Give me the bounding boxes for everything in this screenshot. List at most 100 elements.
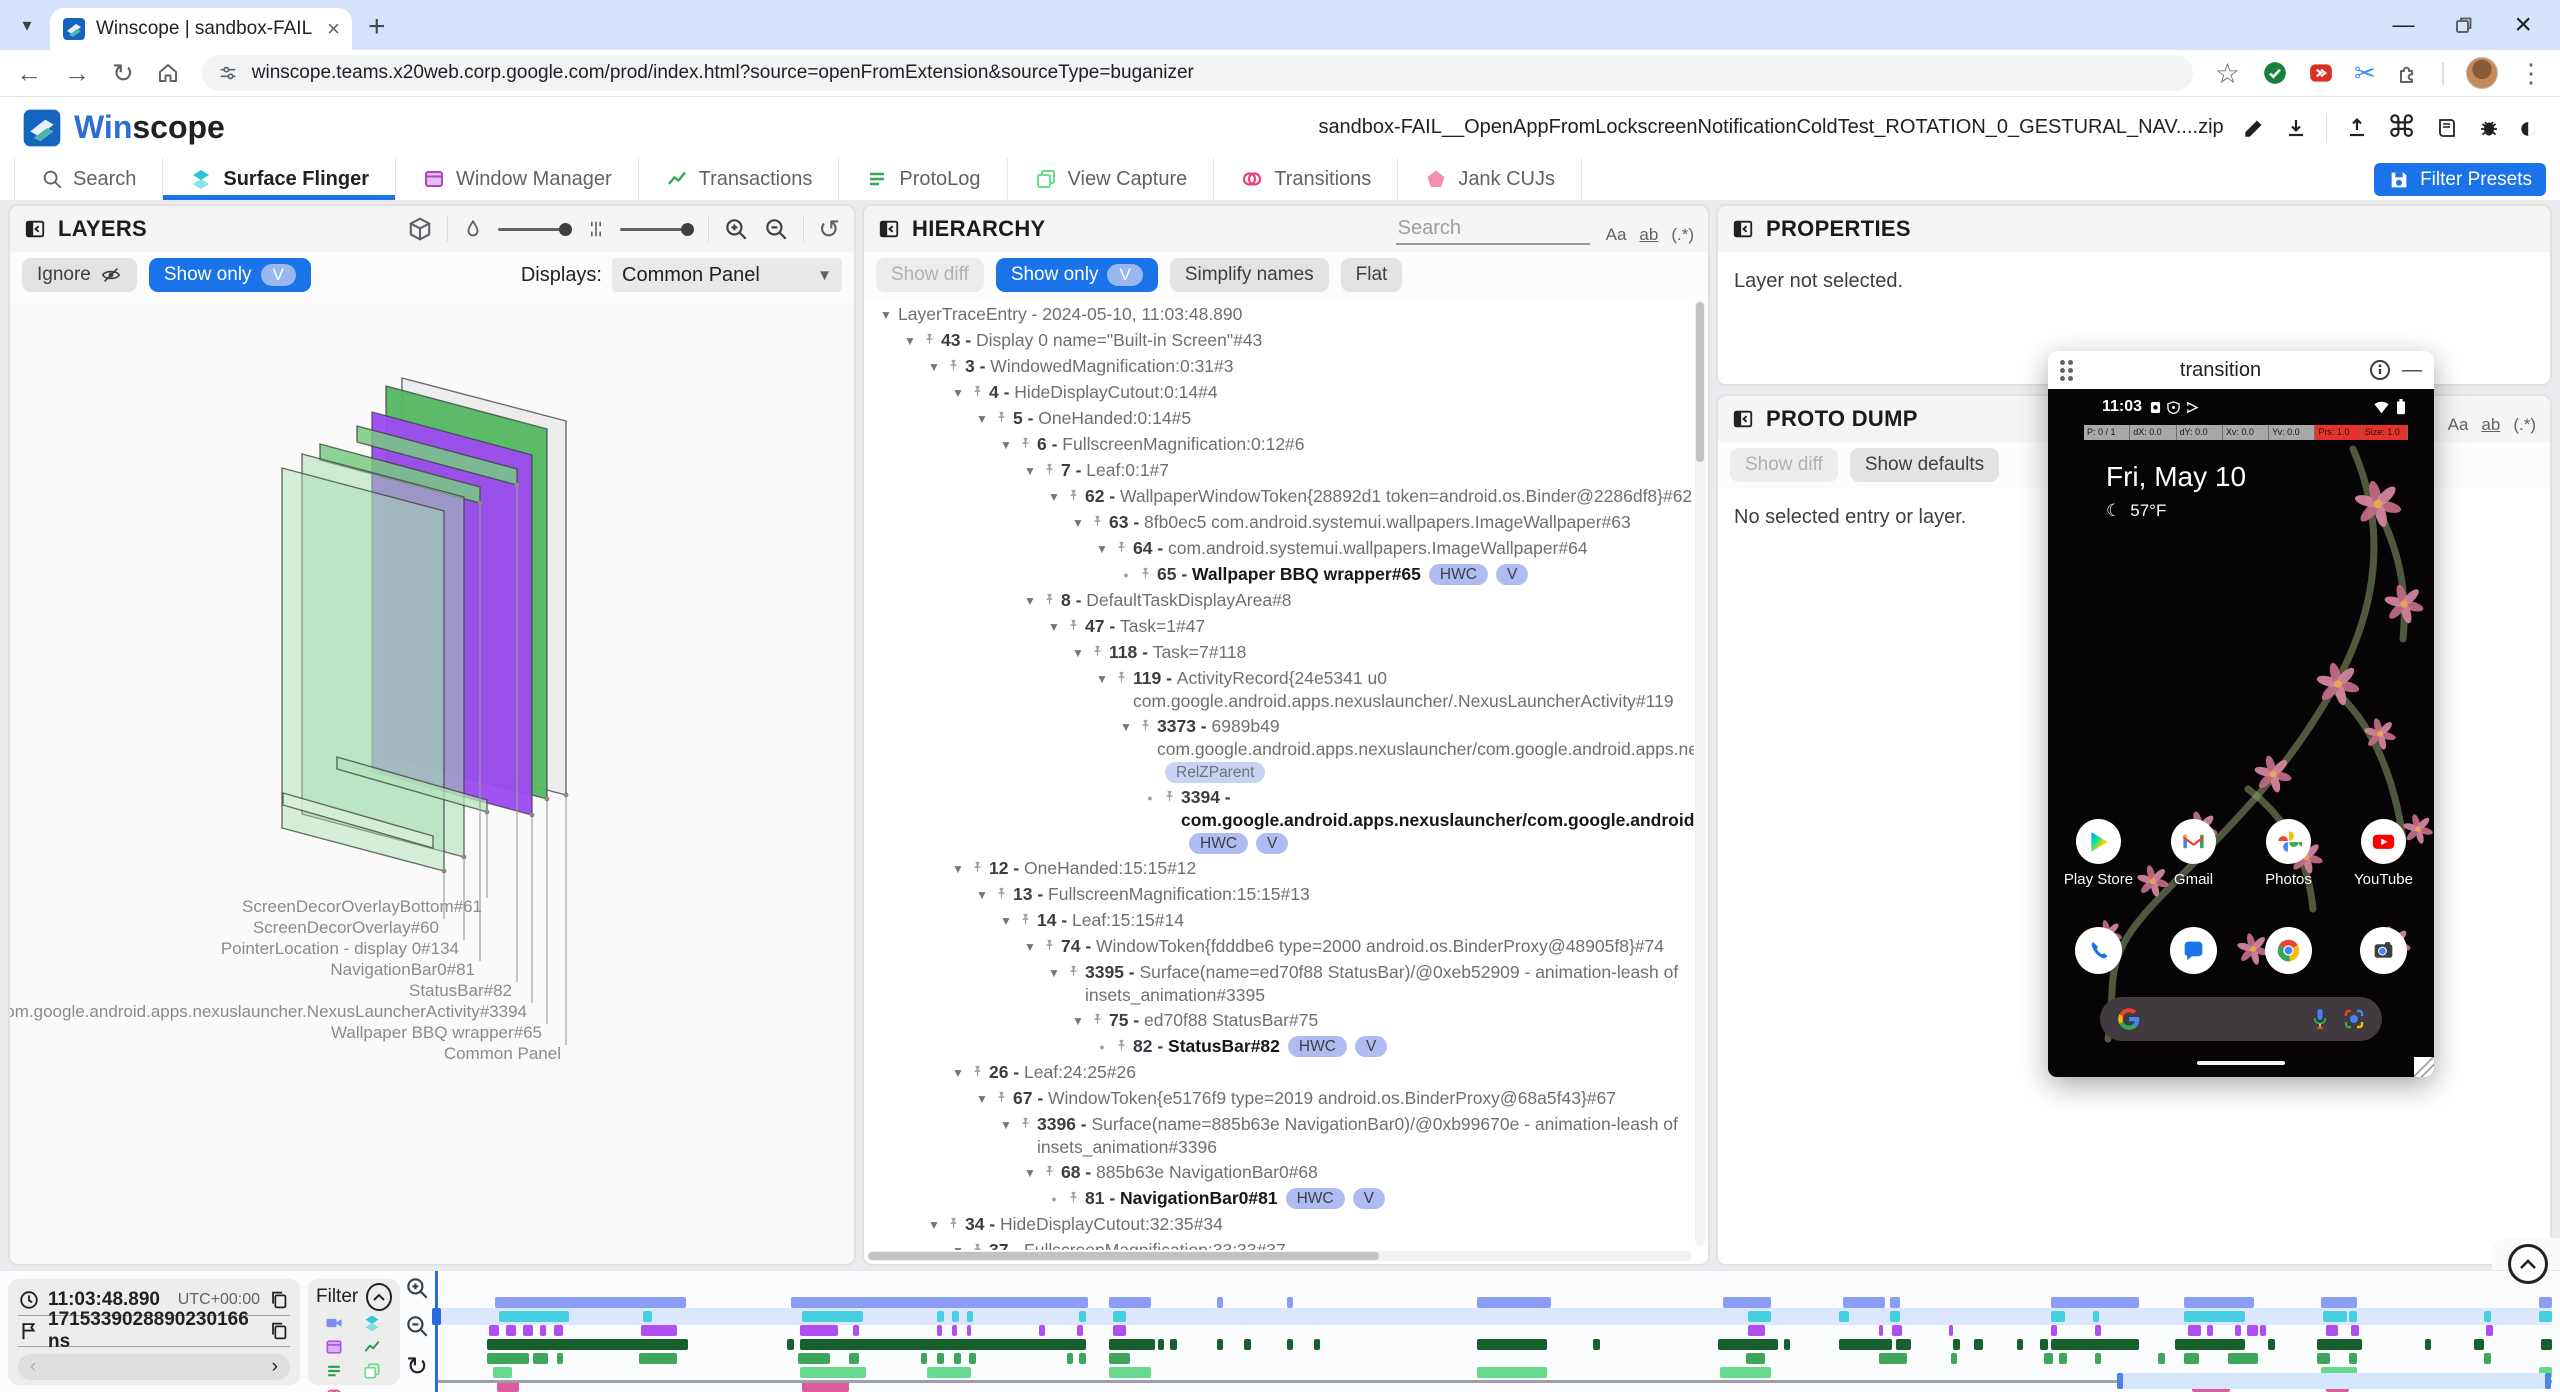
- copy-ns-icon[interactable]: [268, 1320, 290, 1342]
- messages-app-icon[interactable]: [2170, 927, 2217, 974]
- pin-icon[interactable]: [1042, 462, 1057, 477]
- tab-transitions[interactable]: Transitions: [1214, 158, 1398, 200]
- tree-node[interactable]: ▼3395 - Surface(name=ed70f88 StatusBar)/…: [868, 960, 1694, 1008]
- pin-icon[interactable]: [1018, 436, 1033, 451]
- range-handle-right[interactable]: [2545, 1373, 2551, 1389]
- download-icon[interactable]: [2284, 116, 2308, 140]
- expand-arrow-icon[interactable]: ▼: [946, 1061, 970, 1085]
- pin-icon[interactable]: [1042, 1164, 1057, 1179]
- show-diff-button[interactable]: Show diff: [876, 258, 984, 292]
- expand-arrow-icon[interactable]: ▼: [1018, 589, 1042, 613]
- pin-icon[interactable]: [922, 332, 937, 347]
- pin-icon[interactable]: [1114, 1038, 1129, 1053]
- mic-icon[interactable]: [2310, 1007, 2330, 1031]
- timeline-zoom-out-icon[interactable]: [404, 1313, 430, 1339]
- tree-node[interactable]: ▼118 - Task=7#118: [868, 640, 1694, 666]
- pin-icon[interactable]: [1114, 670, 1129, 685]
- expand-arrow-icon[interactable]: ▼: [1090, 667, 1114, 691]
- pin-icon[interactable]: [1138, 718, 1153, 733]
- camera-app-icon[interactable]: [2360, 927, 2407, 974]
- window-manager-trace-icon[interactable]: [324, 1337, 346, 1359]
- show-only-v-button[interactable]: Show only V: [996, 258, 1158, 292]
- site-settings-icon[interactable]: [218, 63, 238, 83]
- pin-icon[interactable]: [994, 1090, 1009, 1105]
- tree-node[interactable]: ▼64 - com.android.systemui.wallpapers.Im…: [868, 536, 1694, 562]
- tree-node[interactable]: ▼5 - OneHanded:0:14#5: [868, 406, 1694, 432]
- info-icon[interactable]: [2368, 358, 2392, 382]
- expand-arrow-icon[interactable]: ▼: [1042, 615, 1066, 639]
- range-handle-left[interactable]: [2117, 1373, 2123, 1389]
- edit-icon[interactable]: [2242, 116, 2266, 140]
- back-icon[interactable]: ←: [16, 58, 42, 89]
- tree-node[interactable]: ▼34 - HideDisplayCutout:32:35#34: [868, 1212, 1694, 1238]
- tree-node[interactable]: ▼26 - Leaf:24:25#26: [868, 1060, 1694, 1086]
- pin-icon[interactable]: [1138, 566, 1153, 581]
- window-minimize-icon[interactable]: —: [2392, 12, 2414, 38]
- zoom-out-icon[interactable]: [763, 216, 789, 242]
- report-bug-icon[interactable]: [2477, 116, 2501, 140]
- tree-node[interactable]: ▼8 - DefaultTaskDisplayArea#8: [868, 588, 1694, 614]
- tab-window-manager[interactable]: Window Manager: [396, 158, 639, 200]
- tree-node[interactable]: ▼47 - Task=1#47: [868, 614, 1694, 640]
- tree-node[interactable]: ▼75 - ed70f88 StatusBar#75: [868, 1008, 1694, 1034]
- expand-arrow-icon[interactable]: ▼: [922, 1213, 946, 1237]
- tab-transactions[interactable]: Transactions: [639, 158, 840, 200]
- extension-check-icon[interactable]: [2262, 60, 2288, 86]
- resize-grip[interactable]: [2414, 1057, 2434, 1077]
- expand-arrow-icon[interactable]: ▼: [922, 355, 946, 379]
- tree-node[interactable]: ▼119 - ActivityRecord{24e5341 u0 com.goo…: [868, 666, 1694, 714]
- dark-mode-icon[interactable]: ◐: [2519, 109, 2538, 146]
- protolog-track[interactable]: [436, 1353, 2552, 1364]
- view-capture-trace-icon[interactable]: [362, 1361, 384, 1383]
- prev-entry-button[interactable]: ‹: [30, 1356, 36, 1378]
- copy-time-icon[interactable]: [268, 1289, 290, 1311]
- tab-surface-flinger[interactable]: Surface Flinger: [163, 158, 396, 200]
- tree-leaf-node[interactable]: ●81 - NavigationBar0#81HWCV: [868, 1186, 1694, 1212]
- scissors-extension-icon[interactable]: ✂: [2354, 58, 2376, 89]
- home-icon[interactable]: [156, 61, 180, 85]
- tab-search-button[interactable]: ▾: [12, 10, 42, 40]
- gesture-navigation-bar[interactable]: [2197, 1061, 2285, 1065]
- pin-icon[interactable]: [1066, 488, 1081, 503]
- protolog-trace-icon[interactable]: [324, 1361, 346, 1383]
- pin-icon[interactable]: [970, 1064, 985, 1079]
- spacing-slider[interactable]: [620, 228, 694, 231]
- window-restore-icon[interactable]: [2454, 15, 2474, 35]
- surface-flinger-track[interactable]: [436, 1311, 2552, 1322]
- expand-arrow-icon[interactable]: ▼: [874, 303, 898, 327]
- expand-arrow-icon[interactable]: ▼: [1090, 537, 1114, 561]
- tab-close-icon[interactable]: ×: [327, 18, 340, 40]
- horizontal-scrollbar[interactable]: [868, 1251, 1692, 1261]
- gmail-app[interactable]: Gmail: [2160, 819, 2228, 888]
- expand-arrow-icon[interactable]: ▼: [1066, 641, 1090, 665]
- pin-icon[interactable]: [1018, 912, 1033, 927]
- expand-arrow-icon[interactable]: ▼: [1114, 715, 1138, 739]
- tree-node[interactable]: ▼LayerTraceEntry - 2024-05-10, 11:03:48.…: [868, 302, 1694, 328]
- expand-arrow-icon[interactable]: ▼: [970, 883, 994, 907]
- pin-icon[interactable]: [1090, 514, 1105, 529]
- pin-icon[interactable]: [1066, 1190, 1081, 1205]
- tree-leaf-node[interactable]: ●3394 - com.google.android.apps.nexuslau…: [868, 785, 1694, 856]
- pin-icon[interactable]: [970, 384, 985, 399]
- transitions-trace-icon[interactable]: [324, 1385, 346, 1392]
- youtube-app-icon[interactable]: [2361, 819, 2406, 864]
- phone-app-icon[interactable]: [2075, 927, 2122, 974]
- show-defaults-button[interactable]: Show defaults: [1850, 448, 1999, 482]
- reset-view-icon[interactable]: ↺: [818, 214, 840, 245]
- timeline-collapse-button[interactable]: [2508, 1244, 2548, 1284]
- expand-arrow-icon[interactable]: ▼: [1066, 511, 1090, 535]
- tab-jank-cujs[interactable]: Jank CUJs: [1398, 158, 1582, 200]
- profile-avatar[interactable]: [2466, 57, 2498, 89]
- expand-arrow-icon[interactable]: ▼: [1042, 485, 1066, 509]
- transition-overlay-window[interactable]: transition — 11:03 P: 0 / 1dX: 0.0dY: 0.…: [2048, 351, 2434, 1077]
- expand-arrow-icon[interactable]: ▼: [994, 909, 1018, 933]
- photos-app-icon[interactable]: [2266, 819, 2311, 864]
- match-word-icon[interactable]: ab: [1639, 225, 1658, 245]
- timeline-cursor[interactable]: [435, 1271, 438, 1392]
- tree-node[interactable]: ▼14 - Leaf:15:15#14: [868, 908, 1694, 934]
- surface-flinger-trace-icon[interactable]: [362, 1313, 384, 1335]
- transactions-track[interactable]: [436, 1339, 2552, 1350]
- expand-arrow-icon[interactable]: ▼: [970, 407, 994, 431]
- vertical-scrollbar[interactable]: [1695, 300, 1705, 1246]
- expand-arrow-icon[interactable]: ▼: [970, 1087, 994, 1111]
